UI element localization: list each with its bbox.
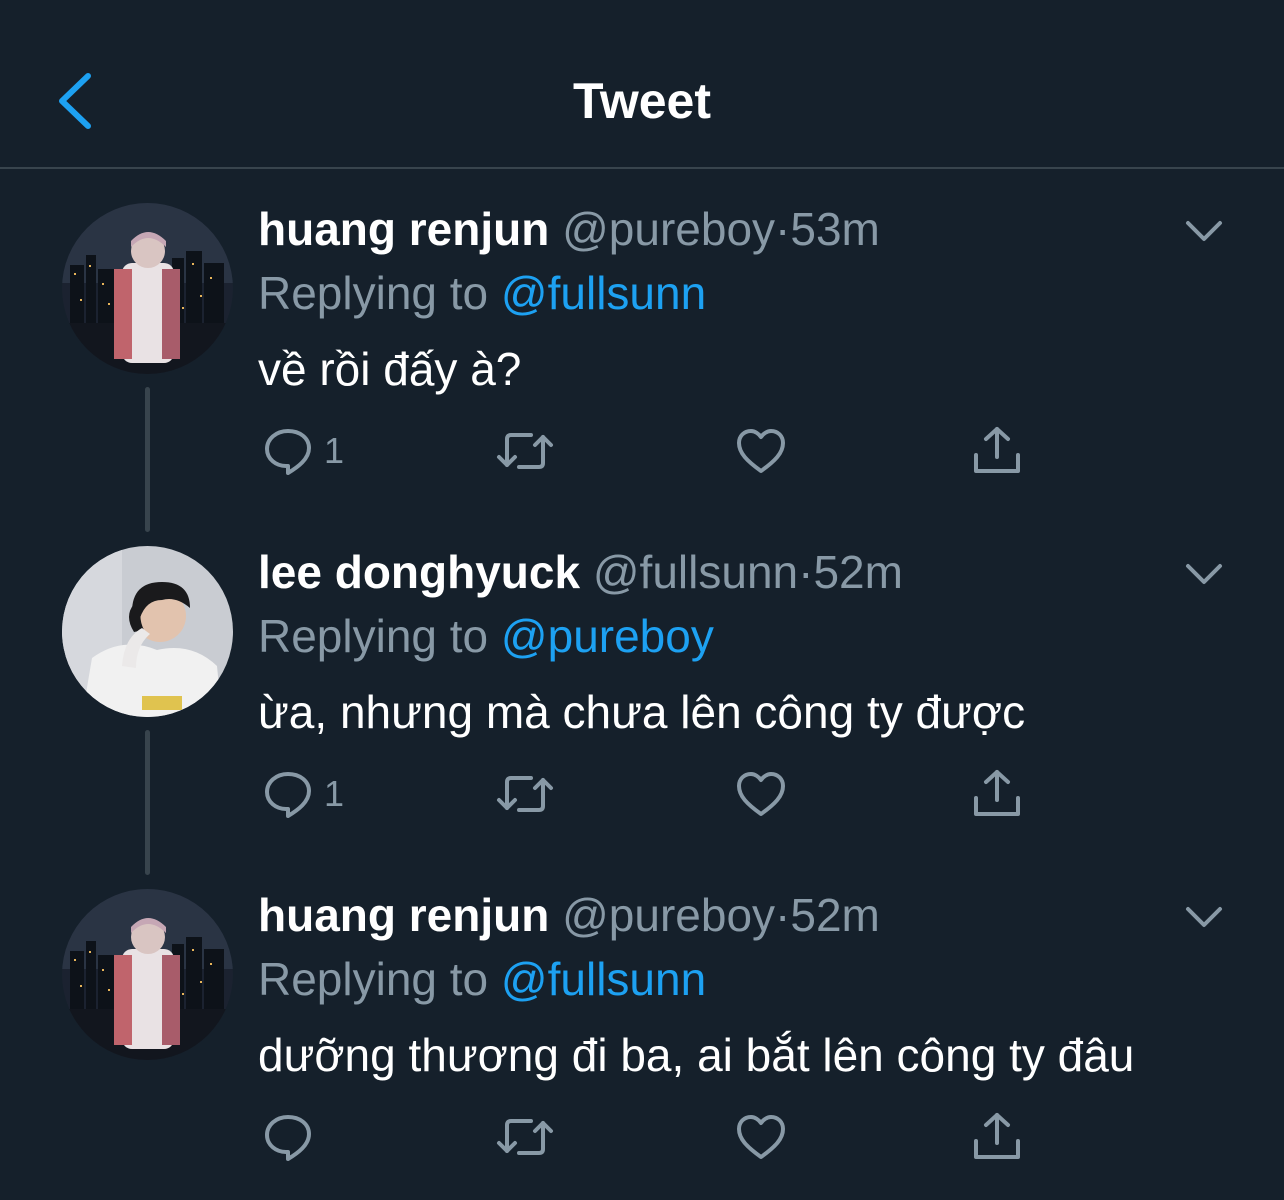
separator: · (775, 889, 791, 941)
chevron-down-icon (1186, 221, 1222, 241)
tweet-actions (0, 1107, 1284, 1167)
replying-label: Replying to (258, 953, 489, 1005)
reply-count: 1 (324, 773, 345, 814)
mention-link[interactable]: @fullsunn (501, 267, 706, 319)
display-name[interactable]: huang renjun (258, 889, 549, 941)
handle[interactable]: @fullsunn (593, 546, 798, 598)
reply-count: 1 (324, 430, 345, 471)
timestamp: 52m (790, 889, 880, 941)
tweet-header: lee donghyuck @fullsunn·52m (258, 544, 903, 600)
display-name[interactable]: huang renjun (258, 203, 549, 255)
avatar[interactable] (62, 546, 233, 717)
retweet-button[interactable] (495, 764, 555, 824)
replying-to: Replying to @pureboy (258, 608, 714, 664)
share-icon (974, 427, 1020, 473)
tweet-actions: 1 (0, 421, 1284, 481)
chevron-down-icon (1186, 564, 1222, 584)
share-button[interactable] (971, 421, 1023, 481)
mention-link[interactable]: @fullsunn (501, 953, 706, 1005)
retweet-button[interactable] (495, 1107, 555, 1167)
reply-button[interactable]: 1 (262, 764, 344, 824)
heart-icon (737, 429, 785, 473)
reply-button[interactable]: 1 (262, 421, 344, 481)
tweet-2[interactable]: lee donghyuck @fullsunn·52m Replying to … (0, 514, 1284, 875)
reply-icon (265, 429, 311, 475)
retweet-icon (497, 776, 553, 812)
avatar[interactable] (62, 889, 233, 1060)
retweet-icon (497, 433, 553, 469)
like-button[interactable] (735, 421, 787, 481)
mention-link[interactable]: @pureboy (501, 610, 714, 662)
tweet-3[interactable]: huang renjun @pureboy·52m Replying to @f… (0, 857, 1284, 1200)
retweet-icon (497, 1119, 553, 1155)
timestamp: 52m (813, 546, 903, 598)
more-options-button[interactable] (1180, 554, 1228, 594)
like-button[interactable] (735, 764, 787, 824)
separator: · (798, 546, 814, 598)
reply-icon (265, 772, 311, 818)
like-button[interactable] (735, 1107, 787, 1167)
heart-icon (737, 772, 785, 816)
tweet-header: huang renjun @pureboy·52m (258, 887, 880, 943)
chevron-down-icon (1186, 907, 1222, 927)
avatar[interactable] (62, 203, 233, 374)
page-title: Tweet (573, 73, 711, 129)
tweet-text: về rồi đấy à? (258, 343, 522, 395)
tweet-actions: 1 (0, 764, 1284, 824)
replying-to: Replying to @fullsunn (258, 265, 706, 321)
display-name[interactable]: lee donghyuck (258, 546, 580, 598)
share-button[interactable] (971, 764, 1023, 824)
heart-icon (737, 1115, 785, 1159)
top-bar: Tweet (0, 0, 1284, 169)
more-options-button[interactable] (1180, 897, 1228, 937)
tweet-header: huang renjun @pureboy·53m (258, 201, 880, 257)
timestamp: 53m (790, 203, 880, 255)
share-button[interactable] (971, 1107, 1023, 1167)
reply-icon (265, 1115, 311, 1161)
retweet-button[interactable] (495, 421, 555, 481)
handle[interactable]: @pureboy (562, 889, 775, 941)
handle[interactable]: @pureboy (562, 203, 775, 255)
share-icon (974, 1113, 1020, 1159)
replying-label: Replying to (258, 610, 489, 662)
reply-button[interactable] (262, 1107, 324, 1167)
replying-to: Replying to @fullsunn (258, 951, 706, 1007)
tweet-text: ừa, nhưng mà chưa lên công ty được (258, 686, 1026, 738)
share-icon (974, 770, 1020, 816)
tweet-text: dưỡng thương đi ba, ai bắt lên công ty đ… (258, 1029, 1135, 1081)
replying-label: Replying to (258, 267, 489, 319)
tweet-1[interactable]: huang renjun @pureboy·53m Replying to @f… (0, 171, 1284, 532)
more-options-button[interactable] (1180, 211, 1228, 251)
separator: · (775, 203, 791, 255)
